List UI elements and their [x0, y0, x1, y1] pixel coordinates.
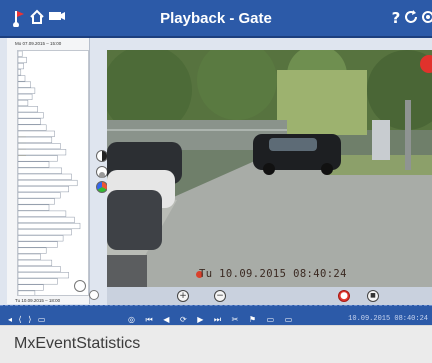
histogram-bar — [18, 222, 81, 230]
histogram-bar — [18, 210, 67, 217]
histogram-bar — [18, 63, 24, 70]
histogram-bar — [18, 186, 69, 193]
live-record-icon[interactable] — [420, 55, 432, 73]
histogram-bar — [18, 143, 61, 150]
caption-bar: MxEventStatistics — [0, 325, 432, 363]
title-bar: Playback - Gate ? — [0, 0, 432, 38]
histogram-bar — [18, 75, 26, 82]
histogram-bar — [18, 69, 22, 76]
histogram-bar — [18, 278, 58, 285]
histogram-bar — [18, 81, 31, 88]
histogram-bar — [18, 87, 36, 94]
screenshot: Playback - Gate ? Mo 07.09.2015 – 15:00 … — [0, 0, 432, 325]
histogram-bar — [18, 173, 72, 180]
record-button[interactable]: ● — [338, 290, 350, 302]
histogram-bar — [18, 130, 55, 137]
histogram-bar — [18, 259, 53, 266]
histogram-bar — [18, 149, 67, 156]
histogram-bar — [18, 272, 69, 279]
histogram-bar — [18, 155, 58, 162]
histogram-bar — [18, 179, 78, 187]
histogram-bar — [18, 118, 41, 125]
histogram-bar — [18, 198, 55, 205]
playback-time: 10.09.2015 08:40:24 — [348, 315, 428, 323]
window-title: Playback - Gate — [160, 10, 272, 27]
timeline-end-label: Tu 10.09.2015 – 18:00 — [15, 298, 61, 303]
caption-text: MxEventStatistics — [14, 335, 141, 352]
histogram-bar — [18, 99, 29, 107]
video-frame[interactable]: Tu 10.09.2015 08:40:24 — [107, 50, 432, 287]
event-histogram[interactable] — [17, 50, 89, 296]
histogram-bar — [18, 167, 62, 174]
histogram-bar — [18, 93, 33, 100]
histogram-bar — [18, 106, 38, 113]
settings-icon[interactable] — [418, 9, 432, 27]
stop-button[interactable]: ■ — [367, 290, 379, 302]
histogram-bar — [18, 51, 23, 57]
camera-image — [107, 50, 432, 287]
zoom-out-button[interactable]: − — [214, 290, 226, 302]
app-root: Playback - Gate ? Mo 07.09.2015 – 15:00 … — [0, 0, 432, 363]
histogram-bar — [18, 235, 64, 242]
playback-timebar[interactable] — [0, 305, 432, 314]
playback-navbar: ◂ ⟨ ⟩ ▭ ◎ ⏮ ◀ ⟳ ▶ ⏭ ✂ ⚑ ▭ ▭ 10.09.2015 0… — [0, 314, 432, 325]
timeline-zoom-button[interactable] — [74, 280, 86, 292]
histogram-bar — [18, 56, 27, 64]
histogram-bar — [18, 290, 36, 295]
nav-left-controls[interactable]: ◂ ⟨ ⟩ ▭ — [8, 314, 47, 325]
histogram-bar — [18, 241, 58, 248]
histogram-bar — [18, 192, 61, 199]
timeline-settings-button[interactable] — [89, 290, 99, 300]
video-control-strip: + − ● ■ — [107, 287, 432, 305]
zoom-in-button[interactable]: + — [177, 290, 189, 302]
histogram-svg — [18, 51, 81, 295]
playback-controls[interactable]: ◎ ⏮ ◀ ⟳ ▶ ⏭ ✂ ⚑ ▭ ▭ — [128, 314, 296, 325]
histogram-bar — [18, 161, 50, 168]
event-timeline-panel[interactable]: Mo 07.09.2015 – 15:00 Tu 10.09.2015 – 18… — [7, 38, 99, 304]
histogram-bar — [18, 284, 44, 291]
histogram-bar — [18, 112, 44, 119]
histogram-bar — [18, 136, 53, 143]
histogram-bar — [18, 266, 61, 273]
histogram-bar — [18, 229, 72, 236]
video-timestamp: Tu 10.09.2015 08:40:24 — [199, 268, 347, 280]
timeline-start-label: Mo 07.09.2015 – 15:00 — [15, 41, 62, 46]
histogram-bar — [18, 253, 41, 260]
histogram-bar — [18, 247, 47, 254]
histogram-bar — [18, 204, 50, 211]
histogram-bar — [18, 124, 47, 131]
histogram-bar — [18, 216, 75, 223]
